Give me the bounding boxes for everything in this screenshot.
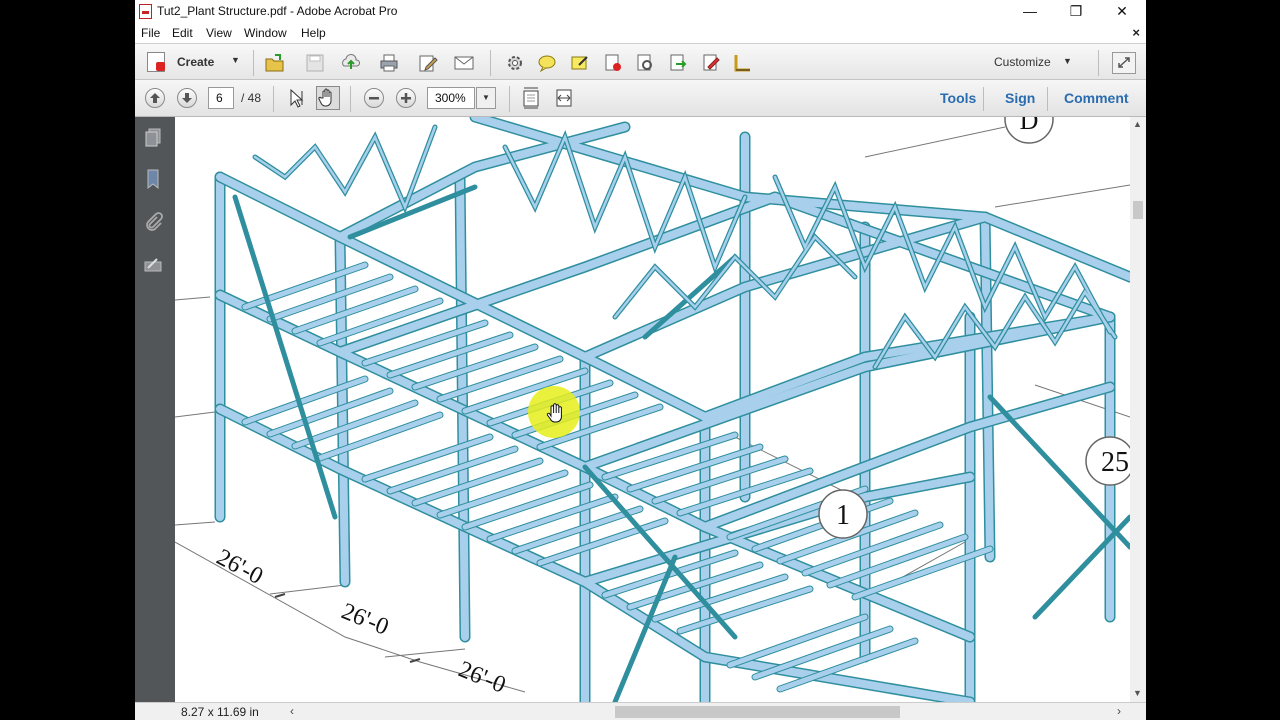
save-icon[interactable] [305, 53, 325, 73]
stamp-icon[interactable] [603, 53, 623, 73]
gear-icon[interactable] [505, 53, 525, 73]
page-number-input[interactable]: 6 [208, 87, 234, 109]
properties-icon[interactable] [635, 53, 655, 73]
navigation-pane [135, 117, 175, 720]
separator [350, 86, 351, 112]
status-bar: 8.27 x 11.69 in ‹ › [135, 702, 1146, 720]
comment-pane-button[interactable]: Comment [1064, 90, 1129, 106]
fullscreen-button[interactable] [1112, 52, 1136, 74]
zoom-dropdown-button[interactable]: ▼ [476, 87, 496, 109]
navigation-toolbar: 6 / 48 300% ▼ Tools Sign Comment [135, 80, 1146, 117]
expand-icon [1118, 57, 1130, 68]
minimize-button[interactable]: — [1007, 0, 1053, 23]
page-count: / 48 [241, 91, 262, 105]
create-pdf-icon [147, 52, 165, 72]
vertical-scroll-thumb[interactable] [1133, 201, 1143, 219]
bookmarks-icon[interactable] [143, 168, 163, 190]
main-toolbar: Create ▼ Customize ▼ [135, 43, 1146, 80]
sign-icon[interactable] [701, 53, 721, 73]
horizontal-scroll-thumb[interactable] [615, 706, 900, 718]
create-label: Create [177, 55, 215, 69]
chevron-down-icon: ▼ [231, 55, 240, 65]
next-page-button[interactable] [177, 88, 197, 108]
vertical-scrollbar[interactable]: ▲ ▼ [1130, 117, 1146, 702]
document-page[interactable]: 26'-0 26'-0 26'-0 1 25 D [175, 117, 1130, 702]
scroll-up-icon[interactable]: ▲ [1133, 119, 1142, 129]
menu-view[interactable]: View [206, 26, 232, 40]
page-thumbnails-icon[interactable] [143, 127, 163, 149]
close-button[interactable]: ✕ [1099, 0, 1145, 23]
grid-bubble-d-label: D [1020, 117, 1039, 135]
title-bar: Tut2_Plant Structure.pdf - Adobe Acrobat… [135, 0, 1146, 23]
grid-bubble-1: 1 [818, 489, 868, 539]
zoom-in-button[interactable] [396, 88, 416, 108]
menu-help[interactable]: Help [301, 26, 326, 40]
menu-file[interactable]: File [141, 26, 160, 40]
dimension-label-3: 26'-0 [455, 656, 510, 698]
upload-icon[interactable] [341, 53, 361, 73]
window-title: Tut2_Plant Structure.pdf - Adobe Acrobat… [157, 4, 398, 18]
edit-icon[interactable] [418, 53, 438, 73]
cursor-highlight [528, 386, 580, 438]
email-icon[interactable] [454, 53, 474, 73]
highlight-icon[interactable] [570, 53, 590, 73]
minus-icon [369, 97, 379, 100]
separator [1047, 87, 1048, 111]
pdf-app-icon [139, 4, 152, 19]
tools-pane-button[interactable]: Tools [940, 90, 976, 106]
fit-page-icon[interactable] [521, 87, 541, 109]
separator [509, 86, 510, 112]
dimension-label-1: 26'-0 [212, 544, 267, 590]
close-document-button[interactable]: × [1132, 25, 1140, 40]
separator [253, 50, 254, 76]
scroll-right-icon[interactable]: › [1117, 704, 1121, 718]
plant-structure-drawing: 26'-0 26'-0 26'-0 1 25 D [175, 117, 1130, 702]
separator [273, 86, 274, 112]
dimension-label-2: 26'-0 [338, 598, 393, 640]
plus-icon [401, 93, 411, 103]
separator [983, 87, 984, 111]
menu-edit[interactable]: Edit [172, 26, 193, 40]
open-icon[interactable] [265, 53, 285, 73]
attachments-icon[interactable] [143, 211, 163, 233]
zoom-out-button[interactable] [364, 88, 384, 108]
zoom-level-input[interactable]: 300% [427, 87, 475, 109]
acrobat-window: Tut2_Plant Structure.pdf - Adobe Acrobat… [135, 0, 1146, 720]
grid-bubble-25: 25 [1085, 436, 1130, 486]
measure-icon[interactable] [732, 53, 752, 73]
scroll-left-icon[interactable]: ‹ [290, 704, 294, 718]
menu-bar: File Edit View Window Help × [135, 23, 1146, 43]
customize-button[interactable]: Customize [994, 55, 1051, 69]
page-size-indicator: 8.27 x 11.69 in [181, 705, 259, 719]
fit-width-icon[interactable] [554, 87, 574, 109]
select-cursor-icon[interactable] [287, 88, 307, 108]
export-icon[interactable] [668, 53, 688, 73]
restore-button[interactable]: ❐ [1053, 0, 1099, 23]
grid-bubble-25-label: 25 [1101, 447, 1129, 478]
create-button[interactable]: Create ▼ [145, 50, 240, 74]
signatures-icon[interactable] [143, 254, 163, 276]
comment-icon[interactable] [537, 53, 557, 73]
chevron-down-icon[interactable]: ▼ [1063, 56, 1072, 66]
hand-icon [318, 88, 332, 107]
separator [1098, 50, 1099, 76]
scroll-down-icon[interactable]: ▼ [1133, 688, 1142, 698]
separator [490, 50, 491, 76]
grid-bubble-1-label: 1 [836, 500, 850, 531]
menu-window[interactable]: Window [244, 26, 287, 40]
sign-pane-button[interactable]: Sign [1005, 90, 1035, 106]
hand-tool-button[interactable] [316, 86, 340, 110]
arrow-down-icon [182, 93, 192, 103]
print-icon[interactable] [379, 53, 399, 73]
previous-page-button[interactable] [145, 88, 165, 108]
grid-bubble-d: D [1004, 117, 1054, 144]
arrow-up-icon [150, 93, 160, 103]
